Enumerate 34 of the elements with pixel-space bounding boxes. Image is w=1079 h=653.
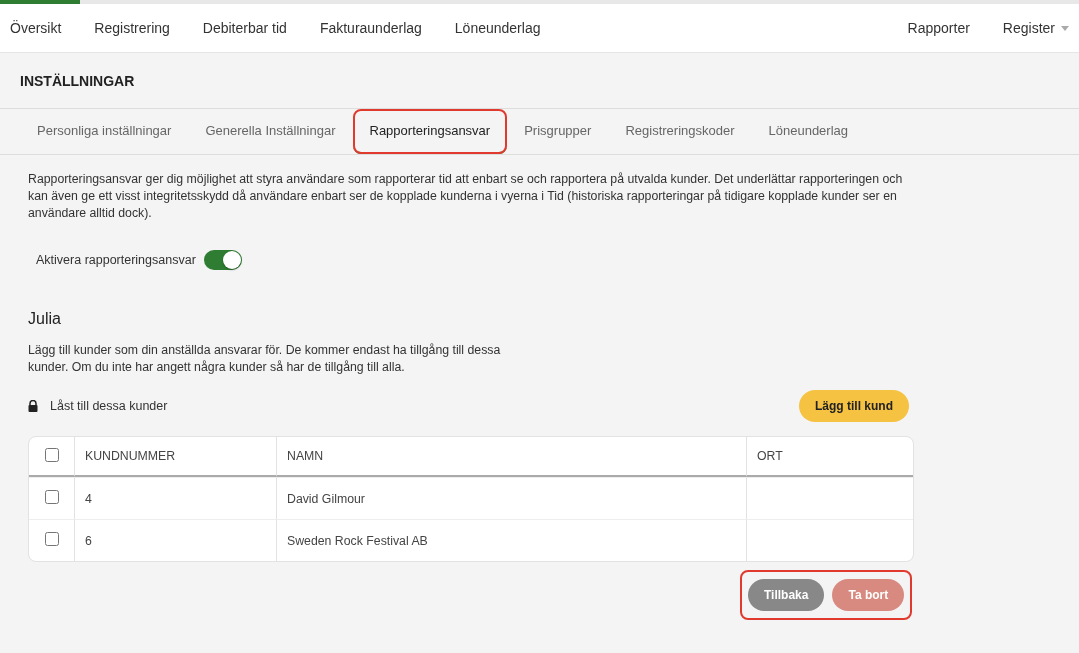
table-cell: David Gilmour [287, 491, 365, 506]
nav-link[interactable]: Registrering [94, 20, 170, 36]
nav-link[interactable]: Debiterbar tid [202, 20, 287, 36]
settings-tab[interactable]: Registreringskoder [608, 109, 752, 154]
nav-link[interactable]: Löneunderlag [454, 20, 541, 36]
column-header: ORT [746, 437, 913, 477]
lock-label: Låst till dessa kunder [50, 399, 168, 413]
caret-icon [1061, 25, 1069, 31]
table-cell: 6 [85, 533, 92, 548]
settings-tab[interactable]: Rapporteringsansvar [352, 109, 508, 154]
settings-tab[interactable]: Löneunderlag [751, 109, 866, 154]
lock-icon [28, 400, 38, 412]
column-header: KUNDNUMMER [74, 437, 276, 477]
nav-link[interactable]: Översikt [10, 20, 62, 36]
row-checkbox[interactable] [44, 532, 59, 546]
back-button[interactable]: Tillbaka [748, 579, 825, 611]
table-cell: 4 [85, 491, 92, 506]
user-name: Julia [28, 310, 62, 328]
nav-link[interactable]: Rapporter [907, 20, 970, 36]
intro-text: Rapporteringsansvar ger dig möjlighet att styra användare som rapporterar tid att enbart se och rapportera på utvalda kunder. Det underlättar rapporteringen och kan även ge ett visst integritetsskydd då användare enbart ser de kopplade kunderna i vyerna i Tid (historiska rapporteringar på tidigare kopplade kunder ser en användare alltid dock). [28, 171, 904, 222]
nav-link[interactable]: Register [1002, 20, 1069, 36]
toggle-label: Aktivera rapporteringsansvar [36, 253, 196, 267]
user-description: Lägg till kunder som din anställda ansvarar för. De kommer endast ha tillgång till dessa kunder. Om du inte har angett några kunder så har de tillgång till alla. [28, 342, 502, 376]
settings-tab[interactable]: Personliga inställningar [20, 109, 189, 154]
settings-tab[interactable]: Generella Inställningar [188, 109, 353, 154]
select-all-checkbox[interactable] [44, 447, 59, 462]
toggle-switch[interactable] [203, 250, 242, 270]
row-checkbox[interactable] [44, 490, 59, 504]
add-customer-button[interactable]: Lägg till kund [799, 390, 909, 422]
settings-tab[interactable]: Prisgrupper [507, 109, 609, 154]
column-header: NAMN [276, 437, 746, 477]
table-cell: Sweden Rock Festival AB [287, 533, 428, 548]
nav-link[interactable]: Fakturaunderlag [319, 20, 422, 36]
page-title: INSTÄLLNINGAR [20, 72, 135, 89]
